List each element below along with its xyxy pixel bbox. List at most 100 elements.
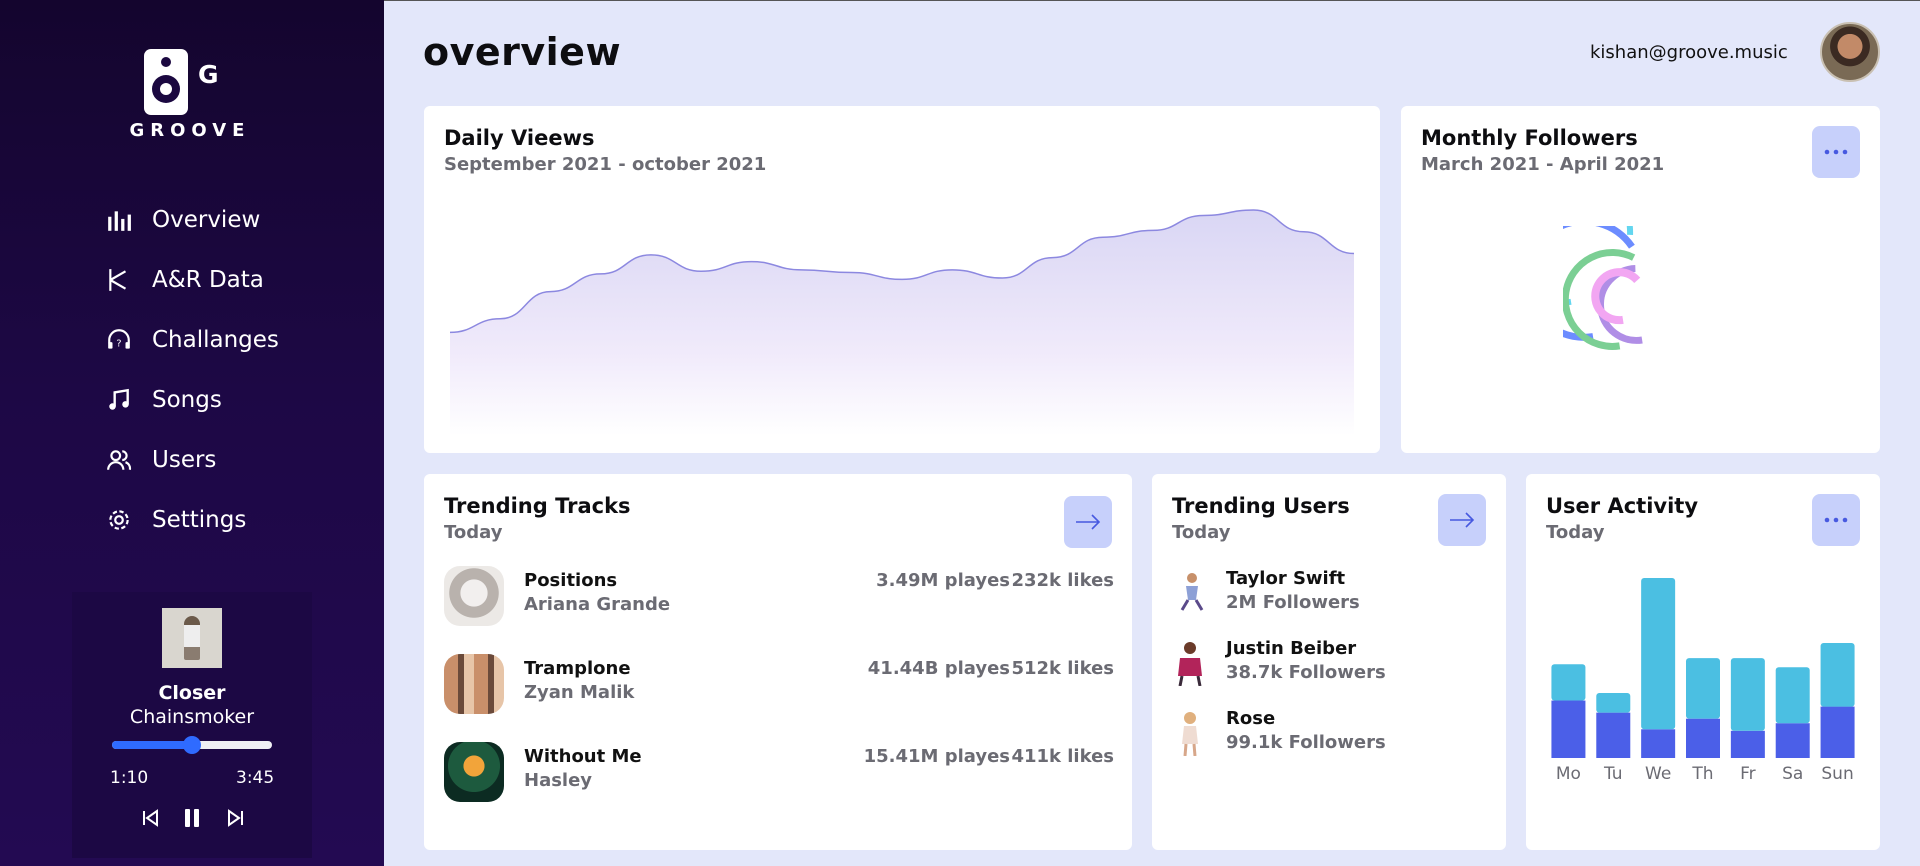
bar-chart-icon	[108, 211, 131, 231]
list-item[interactable]: Tramplone Zyan Malik 41.44B playes 512k …	[444, 654, 1114, 718]
headset-icon: ?	[108, 329, 130, 350]
area-fill	[450, 210, 1354, 436]
cursor-icon	[109, 269, 127, 291]
pause-icon	[185, 809, 199, 827]
sidebar-item-settings[interactable]: Settings	[106, 490, 279, 550]
bar-mo-segment-1	[1551, 664, 1586, 701]
bar-tu-segment-1	[1596, 692, 1631, 713]
x-axis-label: Th	[1692, 764, 1714, 784]
track-likes: 512k likes	[1011, 658, 1114, 679]
progress-fill	[112, 741, 192, 749]
progress-handle[interactable]	[183, 736, 201, 754]
more-options-button[interactable]	[1812, 126, 1860, 178]
avatar[interactable]	[1820, 22, 1880, 82]
sidebar-item-ar-data[interactable]: A&R Data	[106, 250, 279, 310]
track-artist: Ariana Grande	[524, 594, 671, 615]
card-title: Trending Users	[1172, 494, 1350, 518]
skip-back-icon	[143, 809, 158, 827]
bar-th-segment-0	[1686, 718, 1720, 758]
card-subtitle: Today	[1172, 522, 1231, 543]
album-art	[444, 566, 504, 626]
sidebar-item-users[interactable]: Users	[106, 430, 279, 490]
sidebar-item-label: Overview	[152, 207, 261, 233]
album-art	[444, 654, 504, 714]
now-playing-title: Closer	[158, 682, 226, 704]
view-all-tracks-button[interactable]	[1064, 496, 1112, 548]
sidebar-item-label: Songs	[152, 387, 222, 413]
x-axis-label: Sun	[1821, 764, 1854, 784]
more-horizontal-icon	[1824, 517, 1848, 523]
card-subtitle: March 2021 - April 2021	[1421, 154, 1665, 175]
more-options-button[interactable]	[1812, 494, 1860, 546]
skip-forward-icon	[228, 809, 243, 827]
track-likes: 232k likes	[1011, 570, 1114, 591]
logo-wordmark: GROOVE	[129, 120, 251, 141]
user-photo	[1180, 573, 1204, 611]
sidebar: G GROOVE Overview A&R Data ? Challanges …	[0, 0, 384, 866]
bar-fr-segment-0	[1730, 730, 1765, 758]
list-item[interactable]: Positions Ariana Grande 3.49M playes 232…	[444, 566, 1114, 630]
svg-text:?: ?	[116, 339, 121, 350]
previous-track-button[interactable]	[138, 806, 162, 830]
user-activity-card: User Activity Today Mo Tu We Th Fr Sa Sun	[1526, 474, 1880, 850]
sidebar-item-label: Settings	[152, 507, 247, 533]
track-plays: 15.41M playes	[863, 746, 1010, 767]
bar-sun-segment-1	[1820, 643, 1855, 707]
user-activity-chart	[1551, 578, 1855, 758]
page-title: overview	[423, 30, 622, 74]
sidebar-item-challanges[interactable]: ? Challanges	[106, 310, 279, 370]
current-time: 1:10	[110, 768, 149, 788]
music-player: Closer Chainsmoker 1:10 3:45	[72, 592, 312, 858]
view-all-users-button[interactable]	[1438, 494, 1486, 546]
user-photo	[1178, 642, 1202, 686]
logo-letter: G	[198, 60, 219, 89]
trending-users-card: Trending Users Today Taylor Swift 2M Fol…	[1152, 474, 1506, 850]
bar-we-segment-1	[1641, 578, 1676, 730]
x-axis-label: Sa	[1782, 764, 1804, 784]
sidebar-item-label: A&R Data	[152, 267, 264, 293]
daily-views-chart	[450, 209, 1354, 436]
bar-sun-segment-0	[1820, 706, 1855, 758]
arrow-right-icon	[1076, 514, 1101, 530]
user-email[interactable]: kishan@groove.music	[1590, 42, 1788, 63]
gear-icon	[109, 510, 129, 530]
track-name: Without Me	[524, 746, 642, 767]
track-artist: Hasley	[524, 770, 593, 791]
list-item[interactable]: Taylor Swift 2M Followers	[1172, 566, 1492, 622]
now-playing-artist: Chainsmoker	[129, 706, 255, 728]
track-plays: 3.49M playes	[876, 570, 1010, 591]
track-plays: 41.44B playes	[867, 658, 1010, 679]
user-followers: 2M Followers	[1226, 592, 1360, 613]
daily-views-card: Daily Vieews September 2021 - october 20…	[424, 106, 1380, 453]
track-artist: Zyan Malik	[524, 682, 635, 703]
list-item[interactable]: Justin Beiber 38.7k Followers	[1172, 636, 1492, 692]
bar-th-segment-1	[1686, 658, 1720, 719]
album-art	[444, 742, 504, 802]
pause-button[interactable]	[180, 806, 204, 830]
album-cover[interactable]	[162, 608, 222, 668]
card-title: Daily Vieews	[444, 126, 595, 150]
monthly-followers-chart	[1563, 226, 1643, 350]
x-axis-labels: Mo Tu We Th Fr Sa Sun	[1546, 764, 1860, 794]
users-icon	[107, 450, 132, 470]
monthly-followers-card: Monthly Followers March 2021 - April 202…	[1401, 106, 1880, 453]
sidebar-item-label: Users	[152, 447, 217, 473]
track-name: Positions	[524, 570, 618, 591]
sidebar-nav: Overview A&R Data ? Challanges Songs Use…	[106, 190, 279, 550]
total-time: 3:45	[236, 768, 275, 788]
sidebar-item-songs[interactable]: Songs	[106, 370, 279, 430]
more-horizontal-icon	[1824, 149, 1848, 155]
card-title: Trending Tracks	[444, 494, 631, 518]
user-name: Taylor Swift	[1226, 568, 1346, 589]
list-item[interactable]: Rose 99.1k Followers	[1172, 706, 1492, 762]
sidebar-item-overview[interactable]: Overview	[106, 190, 279, 250]
user-photo	[1182, 712, 1198, 756]
user-name: Justin Beiber	[1226, 638, 1357, 659]
bar-sa-segment-0	[1775, 723, 1810, 758]
track-name: Tramplone	[524, 658, 631, 679]
groove-logo[interactable]: G GROOVE	[128, 46, 248, 146]
bar-sa-segment-1	[1775, 667, 1810, 724]
list-item[interactable]: Without Me Hasley 15.41M playes 411k lik…	[444, 742, 1114, 806]
next-track-button[interactable]	[224, 806, 248, 830]
progress-slider[interactable]	[112, 736, 272, 754]
